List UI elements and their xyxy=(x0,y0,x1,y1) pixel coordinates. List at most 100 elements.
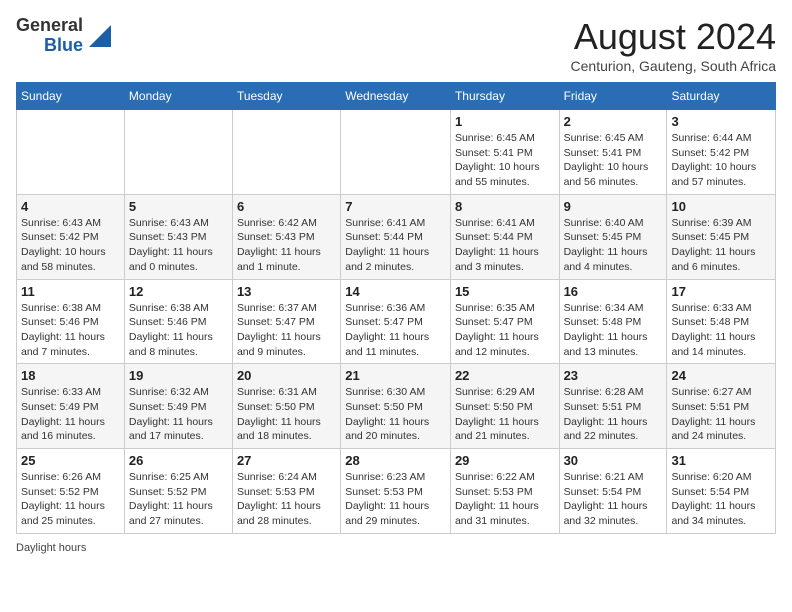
day-header-sunday: Sunday xyxy=(17,83,125,110)
day-info: Sunrise: 6:38 AM Sunset: 5:46 PM Dayligh… xyxy=(21,301,120,360)
day-cell: 15 Sunrise: 6:35 AM Sunset: 5:47 PM Dayli… xyxy=(450,279,559,364)
day-number: 31 xyxy=(671,453,771,468)
day-header-thursday: Thursday xyxy=(450,83,559,110)
day-cell: 6 Sunrise: 6:42 AM Sunset: 5:43 PM Daylig… xyxy=(232,194,340,279)
day-cell: 8 Sunrise: 6:41 AM Sunset: 5:44 PM Daylig… xyxy=(450,194,559,279)
day-cell: 1 Sunrise: 6:45 AM Sunset: 5:41 PM Daylig… xyxy=(450,110,559,195)
page-header: General Blue August 2024 Centurion, Gaut… xyxy=(16,16,776,74)
day-info: Sunrise: 6:44 AM Sunset: 5:42 PM Dayligh… xyxy=(671,131,771,190)
legend: Daylight hours xyxy=(16,542,776,554)
logo: General Blue xyxy=(16,16,111,56)
day-info: Sunrise: 6:38 AM Sunset: 5:46 PM Dayligh… xyxy=(129,301,228,360)
day-cell: 23 Sunrise: 6:28 AM Sunset: 5:51 PM Dayli… xyxy=(559,364,667,449)
day-number: 13 xyxy=(237,284,336,299)
day-number: 8 xyxy=(455,199,555,214)
day-info: Sunrise: 6:45 AM Sunset: 5:41 PM Dayligh… xyxy=(455,131,555,190)
day-info: Sunrise: 6:40 AM Sunset: 5:45 PM Dayligh… xyxy=(564,216,663,275)
day-header-tuesday: Tuesday xyxy=(232,83,340,110)
day-number: 16 xyxy=(564,284,663,299)
day-info: Sunrise: 6:30 AM Sunset: 5:50 PM Dayligh… xyxy=(345,385,446,444)
day-info: Sunrise: 6:35 AM Sunset: 5:47 PM Dayligh… xyxy=(455,301,555,360)
day-number: 15 xyxy=(455,284,555,299)
day-info: Sunrise: 6:29 AM Sunset: 5:50 PM Dayligh… xyxy=(455,385,555,444)
day-cell: 3 Sunrise: 6:44 AM Sunset: 5:42 PM Daylig… xyxy=(667,110,776,195)
day-number: 2 xyxy=(564,114,663,129)
day-info: Sunrise: 6:34 AM Sunset: 5:48 PM Dayligh… xyxy=(564,301,663,360)
day-cell xyxy=(232,110,340,195)
day-cell: 17Sunrise: 6:33 AM Sunset: 5:48 PM Dayli… xyxy=(667,279,776,364)
day-cell: 29Sunrise: 6:22 AM Sunset: 5:53 PM Dayli… xyxy=(450,449,559,534)
day-cell: 24Sunrise: 6:27 AM Sunset: 5:51 PM Dayli… xyxy=(667,364,776,449)
day-info: Sunrise: 6:23 AM Sunset: 5:53 PM Dayligh… xyxy=(345,470,446,529)
day-cell: 16 Sunrise: 6:34 AM Sunset: 5:48 PM Dayli… xyxy=(559,279,667,364)
day-cell: 13 Sunrise: 6:37 AM Sunset: 5:47 PM Dayli… xyxy=(232,279,340,364)
day-info: Sunrise: 6:42 AM Sunset: 5:43 PM Dayligh… xyxy=(237,216,336,275)
day-cell: 9 Sunrise: 6:40 AM Sunset: 5:45 PM Daylig… xyxy=(559,194,667,279)
day-cell: 7 Sunrise: 6:41 AM Sunset: 5:44 PM Daylig… xyxy=(341,194,451,279)
day-cell xyxy=(17,110,125,195)
day-cell xyxy=(341,110,451,195)
day-info: Sunrise: 6:27 AM Sunset: 5:51 PM Dayligh… xyxy=(671,385,771,444)
day-number: 27 xyxy=(237,453,336,468)
month-title: August 2024 xyxy=(571,16,776,58)
day-info: Sunrise: 6:24 AM Sunset: 5:53 PM Dayligh… xyxy=(237,470,336,529)
day-cell: 2 Sunrise: 6:45 AM Sunset: 5:41 PM Daylig… xyxy=(559,110,667,195)
week-row-3: 11 Sunrise: 6:38 AM Sunset: 5:46 PM Dayli… xyxy=(17,279,776,364)
day-info: Sunrise: 6:45 AM Sunset: 5:41 PM Dayligh… xyxy=(564,131,663,190)
day-info: Sunrise: 6:33 AM Sunset: 5:48 PM Dayligh… xyxy=(671,301,771,360)
week-row-5: 25 Sunrise: 6:26 AM Sunset: 5:52 PM Dayli… xyxy=(17,449,776,534)
day-number: 7 xyxy=(345,199,446,214)
week-row-4: 18Sunrise: 6:33 AM Sunset: 5:49 PM Dayli… xyxy=(17,364,776,449)
day-info: Sunrise: 6:22 AM Sunset: 5:53 PM Dayligh… xyxy=(455,470,555,529)
day-info: Sunrise: 6:39 AM Sunset: 5:45 PM Dayligh… xyxy=(671,216,771,275)
legend-label: Daylight hours xyxy=(16,542,86,554)
days-header-row: SundayMondayTuesdayWednesdayThursdayFrid… xyxy=(17,83,776,110)
week-row-1: 1 Sunrise: 6:45 AM Sunset: 5:41 PM Daylig… xyxy=(17,110,776,195)
day-number: 1 xyxy=(455,114,555,129)
day-cell: 27 Sunrise: 6:24 AM Sunset: 5:53 PM Dayli… xyxy=(232,449,340,534)
day-number: 9 xyxy=(564,199,663,214)
day-header-saturday: Saturday xyxy=(667,83,776,110)
day-info: Sunrise: 6:26 AM Sunset: 5:52 PM Dayligh… xyxy=(21,470,120,529)
day-number: 10 xyxy=(671,199,771,214)
day-info: Sunrise: 6:36 AM Sunset: 5:47 PM Dayligh… xyxy=(345,301,446,360)
day-cell: 26 Sunrise: 6:25 AM Sunset: 5:52 PM Dayli… xyxy=(124,449,232,534)
day-info: Sunrise: 6:41 AM Sunset: 5:44 PM Dayligh… xyxy=(455,216,555,275)
week-row-2: 4 Sunrise: 6:43 AM Sunset: 5:42 PM Daylig… xyxy=(17,194,776,279)
day-info: Sunrise: 6:28 AM Sunset: 5:51 PM Dayligh… xyxy=(564,385,663,444)
day-info: Sunrise: 6:25 AM Sunset: 5:52 PM Dayligh… xyxy=(129,470,228,529)
day-info: Sunrise: 6:32 AM Sunset: 5:49 PM Dayligh… xyxy=(129,385,228,444)
day-number: 6 xyxy=(237,199,336,214)
day-number: 4 xyxy=(21,199,120,214)
day-cell: 19 Sunrise: 6:32 AM Sunset: 5:49 PM Dayli… xyxy=(124,364,232,449)
day-number: 22 xyxy=(455,368,555,383)
day-info: Sunrise: 6:41 AM Sunset: 5:44 PM Dayligh… xyxy=(345,216,446,275)
day-info: Sunrise: 6:37 AM Sunset: 5:47 PM Dayligh… xyxy=(237,301,336,360)
day-cell: 28 Sunrise: 6:23 AM Sunset: 5:53 PM Dayli… xyxy=(341,449,451,534)
day-number: 20 xyxy=(237,368,336,383)
day-cell xyxy=(124,110,232,195)
day-info: Sunrise: 6:20 AM Sunset: 5:54 PM Dayligh… xyxy=(671,470,771,529)
day-info: Sunrise: 6:43 AM Sunset: 5:42 PM Dayligh… xyxy=(21,216,120,275)
day-header-monday: Monday xyxy=(124,83,232,110)
day-number: 18 xyxy=(21,368,120,383)
day-number: 14 xyxy=(345,284,446,299)
day-cell: 25 Sunrise: 6:26 AM Sunset: 5:52 PM Dayli… xyxy=(17,449,125,534)
day-number: 19 xyxy=(129,368,228,383)
day-number: 26 xyxy=(129,453,228,468)
day-number: 28 xyxy=(345,453,446,468)
day-header-wednesday: Wednesday xyxy=(341,83,451,110)
day-cell: 11 Sunrise: 6:38 AM Sunset: 5:46 PM Dayli… xyxy=(17,279,125,364)
day-number: 23 xyxy=(564,368,663,383)
day-number: 11 xyxy=(21,284,120,299)
day-cell: 30Sunrise: 6:21 AM Sunset: 5:54 PM Dayli… xyxy=(559,449,667,534)
day-number: 3 xyxy=(671,114,771,129)
day-info: Sunrise: 6:43 AM Sunset: 5:43 PM Dayligh… xyxy=(129,216,228,275)
location-subtitle: Centurion, Gauteng, South Africa xyxy=(571,58,776,74)
day-number: 5 xyxy=(129,199,228,214)
day-cell: 18Sunrise: 6:33 AM Sunset: 5:49 PM Dayli… xyxy=(17,364,125,449)
day-number: 25 xyxy=(21,453,120,468)
logo-triangle-icon xyxy=(89,25,111,47)
day-cell: 5 Sunrise: 6:43 AM Sunset: 5:43 PM Daylig… xyxy=(124,194,232,279)
day-cell: 4 Sunrise: 6:43 AM Sunset: 5:42 PM Daylig… xyxy=(17,194,125,279)
